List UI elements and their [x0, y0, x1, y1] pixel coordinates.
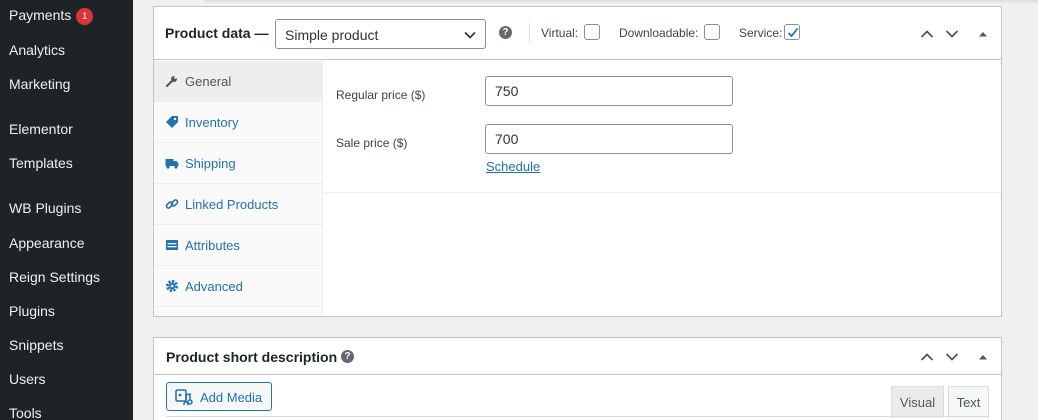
gear-icon [166, 280, 178, 292]
tab-inventory[interactable]: Inventory [154, 102, 323, 143]
sidebar-item-payments[interactable]: Payments 1 [9, 7, 94, 25]
sidebar-item-reign-settings[interactable]: Reign Settings [9, 269, 100, 285]
short-description-panel: Product short description ? Add Media Vi… [153, 337, 1002, 420]
downloadable-checkbox[interactable] [704, 24, 720, 40]
editor-tab-text[interactable]: Text [948, 386, 989, 418]
short-description-header: Product short description ? [154, 338, 1001, 375]
tag-icon [166, 116, 178, 128]
sidebar-item-users[interactable]: Users [9, 371, 46, 387]
help-icon[interactable]: ? [341, 350, 354, 363]
regular-price-input[interactable]: 750 [485, 76, 733, 106]
collapse-toggle-icon[interactable] [978, 29, 988, 39]
tab-general[interactable]: General [154, 61, 323, 102]
sidebar-item-tools[interactable]: Tools [9, 405, 42, 420]
notification-badge: 1 [76, 8, 94, 25]
checkmark-icon [787, 27, 799, 38]
move-down-icon[interactable] [945, 27, 959, 41]
virtual-label: Virtual: [541, 26, 579, 40]
schedule-link[interactable]: Schedule [486, 159, 540, 174]
editor-tab-visual[interactable]: Visual [891, 386, 944, 418]
service-label: Service: [739, 26, 783, 40]
help-icon[interactable]: ? [499, 26, 512, 39]
top-divider [204, 0, 1038, 4]
chevron-down-icon [464, 31, 476, 39]
admin-sidebar: Payments 1 Analytics Marketing Elementor … [0, 0, 133, 420]
sidebar-item-plugins[interactable]: Plugins [9, 303, 55, 319]
move-up-icon[interactable] [920, 350, 934, 364]
product-data-header: Product data — Simple product ? Virtual:… [154, 7, 1001, 60]
media-icon [175, 389, 193, 405]
sidebar-item-elementor[interactable]: Elementor [9, 121, 73, 137]
virtual-checkbox[interactable] [584, 24, 600, 40]
wrench-icon [165, 76, 177, 88]
sidebar-item-marketing[interactable]: Marketing [9, 76, 70, 92]
product-data-tabs: General Inventory Shipping Linked Produc… [154, 61, 323, 316]
downloadable-label: Downloadable: [619, 26, 699, 40]
truck-icon [165, 159, 179, 169]
move-down-icon[interactable] [945, 350, 959, 364]
tab-linked-products[interactable]: Linked Products [154, 184, 323, 225]
sale-price-input[interactable]: 700 [485, 124, 733, 154]
editor-toolbar-border [166, 416, 989, 417]
tab-attributes[interactable]: Attributes [154, 225, 323, 266]
move-up-icon[interactable] [920, 27, 934, 41]
short-description-title: Product short description [166, 349, 338, 365]
sale-price-label: Sale price ($) [336, 136, 408, 150]
sidebar-item-appearance[interactable]: Appearance [9, 235, 85, 251]
add-media-button[interactable]: Add Media [166, 382, 272, 411]
regular-price-label: Regular price ($) [336, 88, 426, 102]
table-icon [166, 240, 178, 250]
link-icon [165, 199, 179, 209]
tab-shipping[interactable]: Shipping [154, 143, 323, 184]
sidebar-item-wb-plugins[interactable]: WB Plugins [9, 200, 81, 216]
product-data-title: Product data — [165, 25, 269, 41]
sidebar-item-templates[interactable]: Templates [9, 155, 73, 171]
sidebar-item-snippets[interactable]: Snippets [9, 337, 63, 353]
product-data-panel: Product data — Simple product ? Virtual:… [153, 6, 1002, 317]
collapse-toggle-icon[interactable] [978, 352, 988, 362]
service-checkbox[interactable] [784, 24, 800, 40]
tab-advanced[interactable]: Advanced [154, 266, 323, 307]
sidebar-item-analytics[interactable]: Analytics [9, 42, 65, 58]
general-fields: Regular price ($) 750 Sale price ($) 700… [324, 61, 1001, 193]
header-separator [529, 23, 530, 43]
product-type-select[interactable]: Simple product [275, 19, 486, 49]
